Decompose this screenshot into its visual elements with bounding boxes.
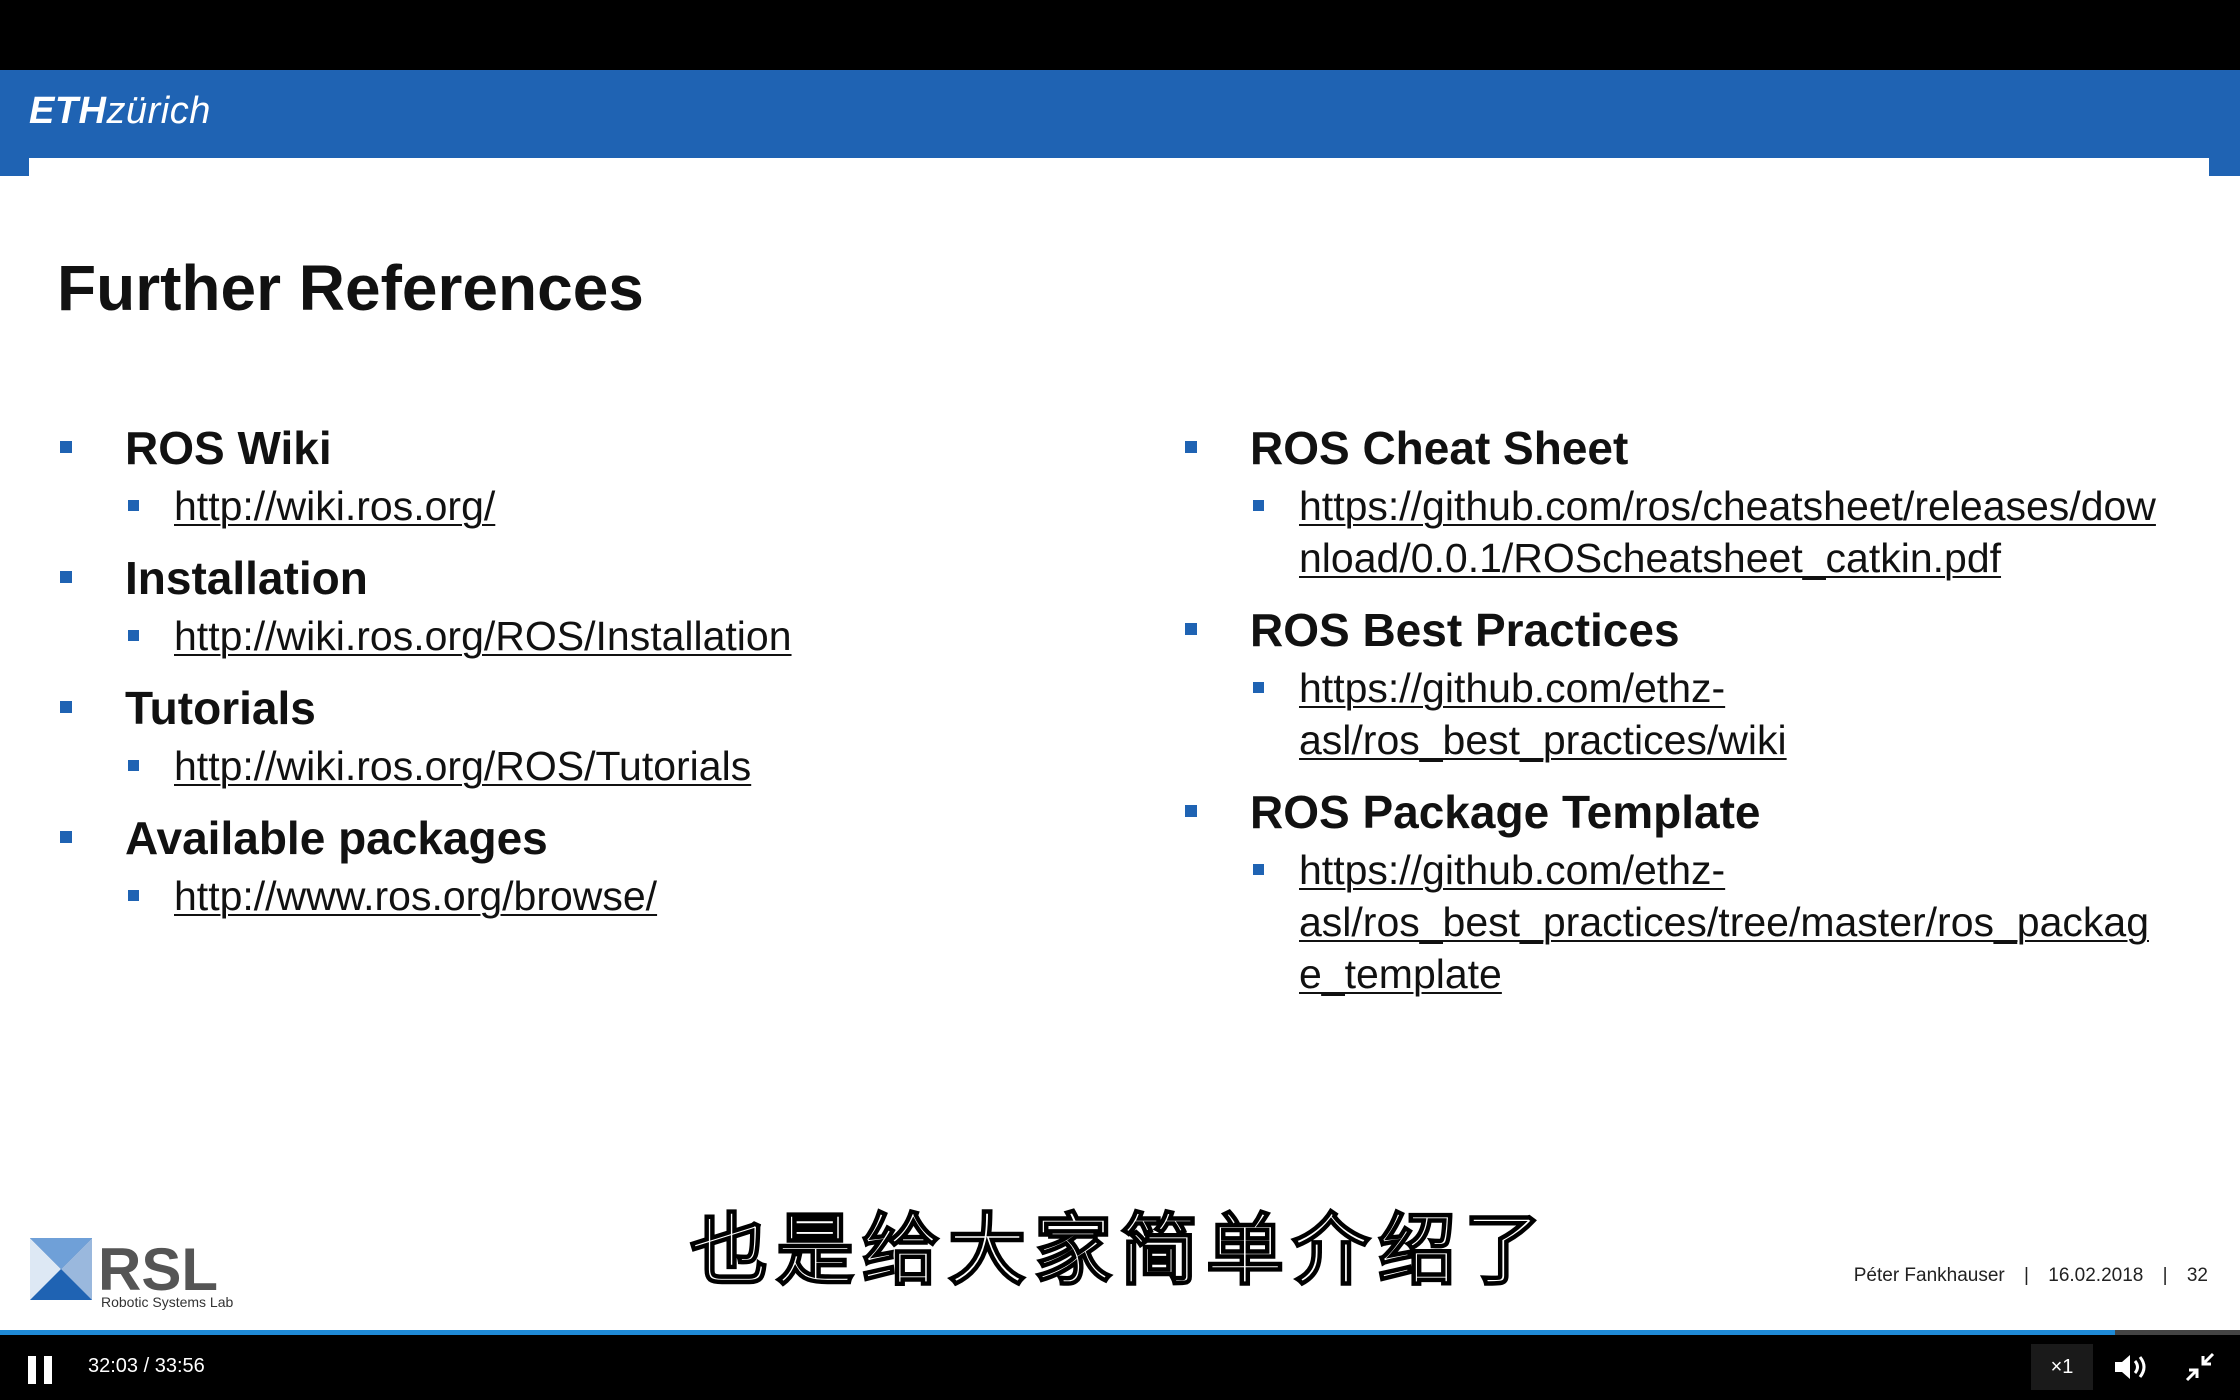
package-template-link[interactable]: https://github.com/ethz-asl/ros_best_pra…	[1299, 847, 2149, 997]
bullet-icon	[128, 500, 139, 511]
ref-link-item: https://github.com/ethz-asl/ros_best_pra…	[1182, 662, 2212, 766]
bullet-icon	[60, 831, 72, 843]
bullet-icon	[1253, 864, 1264, 875]
bullet-icon	[1185, 805, 1197, 817]
progress-bar[interactable]	[0, 1330, 2240, 1335]
installation-link[interactable]: http://wiki.ros.org/ROS/Installation	[174, 613, 792, 659]
video-subtitle: 也是给大家简单介绍了	[689, 1205, 1550, 1295]
slide: ETHzürich Further References ROS Wiki ht…	[0, 70, 2240, 1330]
ref-link-item: http://www.ros.org/browse/	[57, 870, 1137, 922]
bullet-icon	[128, 630, 139, 641]
playback-speed-button[interactable]: ×1	[2031, 1344, 2093, 1390]
ref-link-item: http://wiki.ros.org/ROS/Tutorials	[57, 740, 1137, 792]
ref-link-item: http://wiki.ros.org/	[57, 480, 1137, 532]
header-tab-right	[2209, 158, 2240, 176]
cheatsheet-link[interactable]: https://github.com/ros/cheatsheet/releas…	[1299, 483, 2156, 581]
bullet-icon	[60, 701, 72, 713]
ref-heading: Available packages	[57, 806, 1137, 870]
pause-icon	[44, 1356, 52, 1384]
eth-logo: ETHzürich	[29, 92, 211, 130]
bullet-icon	[1253, 500, 1264, 511]
bullet-icon	[128, 890, 139, 901]
eth-logo-bold: ETH	[29, 90, 107, 132]
ref-heading: ROS Package Template	[1182, 780, 2212, 844]
ref-heading: Tutorials	[57, 676, 1137, 740]
header-tab-left	[0, 158, 29, 176]
exit-fullscreen-icon[interactable]	[2183, 1350, 2217, 1384]
bullet-icon	[1253, 682, 1264, 693]
eth-logo-italic: zürich	[106, 90, 211, 132]
ref-link-item: https://github.com/ethz-asl/ros_best_pra…	[1182, 844, 2212, 1000]
volume-icon[interactable]	[2112, 1352, 2152, 1382]
right-column: ROS Cheat Sheet https://github.com/ros/c…	[1182, 416, 2212, 1014]
ros-wiki-link[interactable]: http://wiki.ros.org/	[174, 483, 495, 529]
ref-heading: ROS Wiki	[57, 416, 1137, 480]
bullet-icon	[60, 571, 72, 583]
ref-heading: Installation	[57, 546, 1137, 610]
ref-heading: ROS Best Practices	[1182, 598, 2212, 662]
ref-heading: ROS Cheat Sheet	[1182, 416, 2212, 480]
ref-link-item: https://github.com/ros/cheatsheet/releas…	[1182, 480, 2212, 584]
letterbox-top	[0, 0, 2240, 70]
time-display: 32:03 / 33:56	[88, 1355, 205, 1377]
ref-link-item: http://wiki.ros.org/ROS/Installation	[57, 610, 1137, 662]
bullet-icon	[60, 441, 72, 453]
progress-fill	[0, 1330, 2115, 1335]
best-practices-link[interactable]: https://github.com/ethz-asl/ros_best_pra…	[1299, 665, 1787, 763]
pause-icon	[28, 1356, 36, 1384]
video-player-controls: 32:03 / 33:56 ×1	[0, 1330, 2240, 1400]
packages-link[interactable]: http://www.ros.org/browse/	[174, 873, 657, 919]
tutorials-link[interactable]: http://wiki.ros.org/ROS/Tutorials	[174, 743, 751, 789]
left-column: ROS Wiki http://wiki.ros.org/ Installati…	[57, 416, 1137, 936]
slide-title: Further References	[57, 252, 644, 324]
bullet-icon	[1185, 441, 1197, 453]
eth-header-bar: ETHzürich	[0, 70, 2240, 158]
pause-button[interactable]	[28, 1356, 54, 1384]
bullet-icon	[1185, 623, 1197, 635]
bullet-icon	[128, 760, 139, 771]
